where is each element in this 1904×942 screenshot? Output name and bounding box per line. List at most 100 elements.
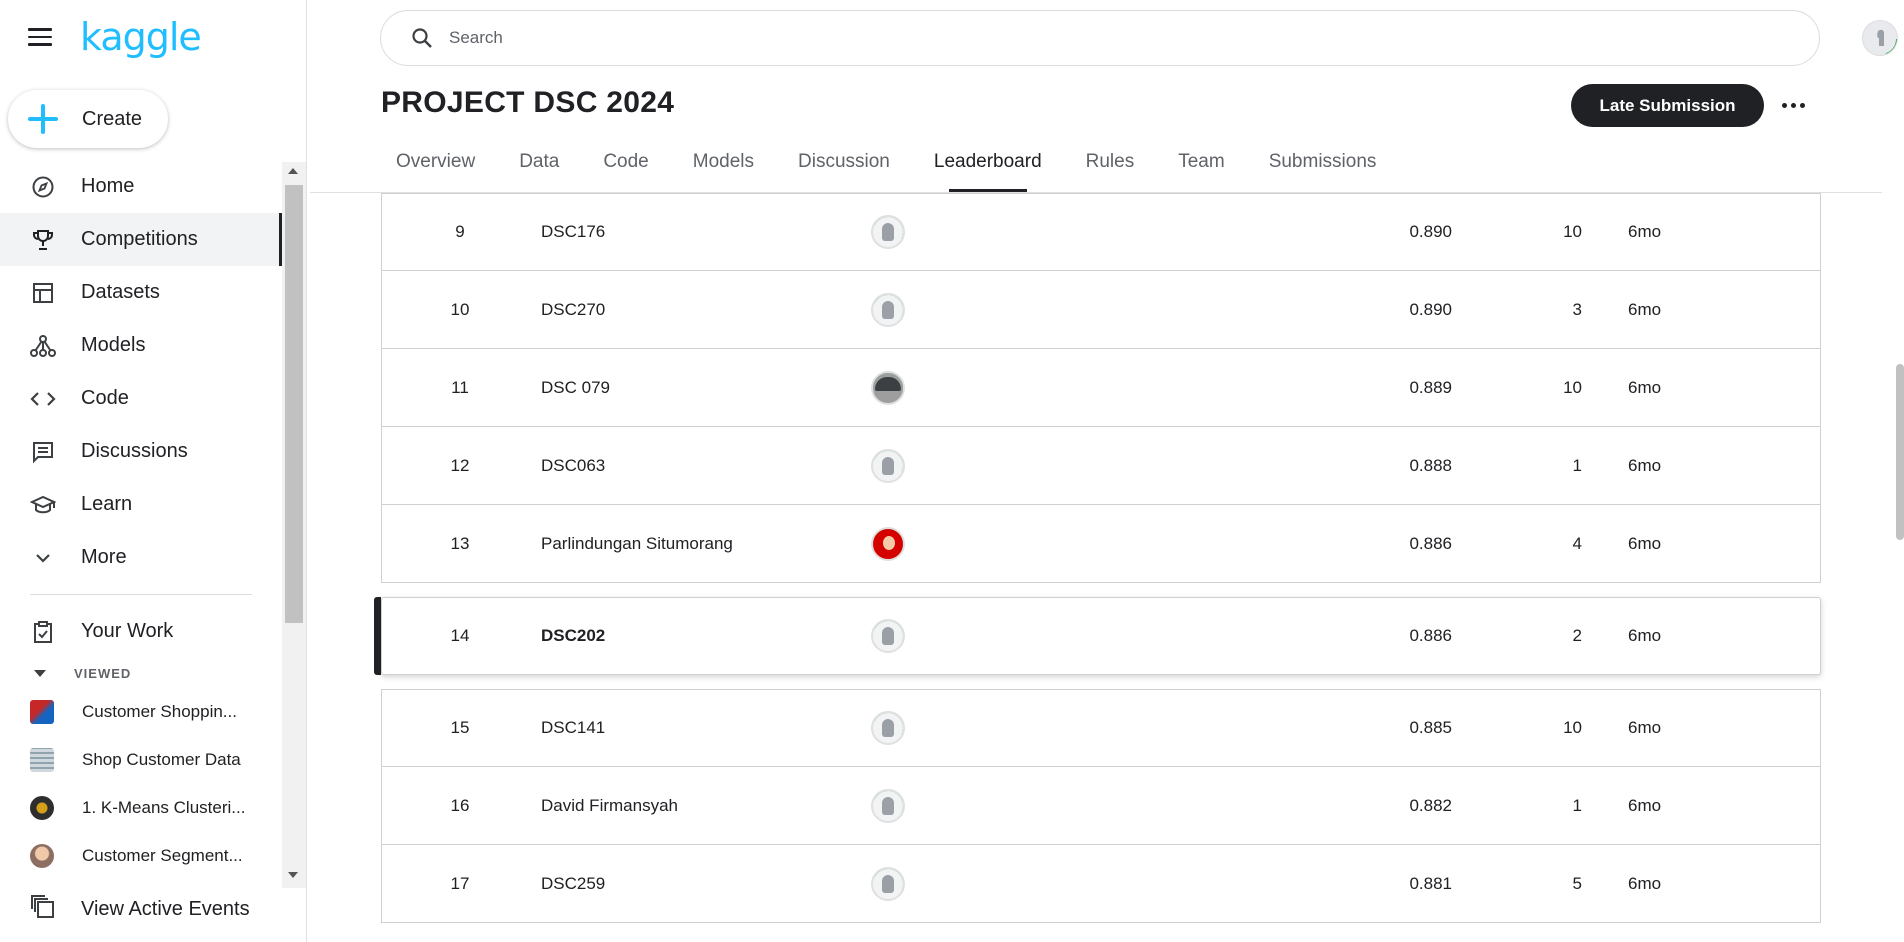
tab-leaderboard[interactable]: Leaderboard xyxy=(934,148,1042,192)
members-cell xyxy=(868,690,908,766)
table-row[interactable]: 9 DSC176 0.890 10 6mo xyxy=(381,193,1821,271)
entries-cell: 3 xyxy=(1572,299,1582,319)
entries-cell: 2 xyxy=(1572,626,1582,645)
discussions-icon xyxy=(30,439,56,465)
team-name-cell[interactable]: Parlindungan Situmorang xyxy=(541,505,733,582)
score-cell: 0.890 xyxy=(1409,299,1452,319)
last-submission-cell: 6mo xyxy=(1628,222,1662,241)
viewed-item[interactable]: 1. K-Means Clusteri... xyxy=(0,784,282,832)
sidebar-item-home[interactable]: Home xyxy=(0,160,282,213)
score-cell: 0.890 xyxy=(1409,222,1452,241)
member-avatar[interactable] xyxy=(871,292,905,327)
viewed-item-label: Customer Segment... xyxy=(82,846,243,865)
viewed-item[interactable]: Shop Customer Data xyxy=(0,736,282,784)
compass-icon xyxy=(30,174,56,200)
create-button[interactable]: Create xyxy=(8,90,168,148)
member-avatar[interactable] xyxy=(871,788,905,823)
viewed-item[interactable]: Customer Shoppin... xyxy=(0,688,282,736)
score-cell: 0.886 xyxy=(1409,533,1452,553)
active-events-label: View Active Events xyxy=(81,898,250,920)
table-row[interactable]: 10 DSC270 0.890 3 6mo xyxy=(381,271,1821,349)
table-row[interactable]: 13 Parlindungan Situmorang 0.886 4 6mo xyxy=(381,505,1821,583)
sidebar-item-discussions[interactable]: Discussions xyxy=(0,425,282,478)
team-name-cell[interactable]: DSC202 xyxy=(541,598,605,674)
sidebar-item-more[interactable]: More xyxy=(0,531,282,584)
viewed-item[interactable]: Customer Segment... xyxy=(0,832,282,880)
code-icon xyxy=(30,386,56,412)
last-submission-cell: 6mo xyxy=(1628,873,1662,893)
member-avatar[interactable] xyxy=(871,619,905,653)
view-active-events[interactable]: View Active Events xyxy=(30,894,250,925)
sidebar-item-label: Your Work xyxy=(81,620,174,642)
viewed-header[interactable]: VIEWED xyxy=(0,658,282,688)
team-name-cell[interactable]: DSC176 xyxy=(541,194,605,270)
last-submission-cell: 6mo xyxy=(1628,795,1662,815)
team-name-cell[interactable]: David Firmansyah xyxy=(541,767,678,844)
member-avatar[interactable] xyxy=(871,526,905,561)
tab-team[interactable]: Team xyxy=(1178,148,1239,192)
members-cell xyxy=(868,427,908,504)
members-cell xyxy=(868,845,908,922)
team-name-cell[interactable]: DSC063 xyxy=(541,427,605,504)
scroll-up-arrow-icon[interactable] xyxy=(288,168,298,174)
table-row-current-team[interactable]: 14 DSC202 0.886 2 6mo xyxy=(374,597,1821,675)
score-cell: 0.886 xyxy=(1409,626,1452,645)
member-avatar[interactable] xyxy=(871,215,905,249)
models-icon xyxy=(30,333,56,359)
table-row[interactable]: 16 David Firmansyah 0.882 1 6mo xyxy=(381,767,1821,845)
member-avatar[interactable] xyxy=(871,866,905,901)
page-scrollbar-thumb[interactable] xyxy=(1896,364,1904,540)
rank-cell: 12 xyxy=(450,455,470,475)
team-name-cell[interactable]: DSC270 xyxy=(541,271,605,348)
member-avatar[interactable] xyxy=(871,711,905,745)
sidebar-item-learn[interactable]: Learn xyxy=(0,478,282,531)
user-avatar[interactable] xyxy=(1862,20,1898,56)
tab-code[interactable]: Code xyxy=(603,148,663,192)
table-row[interactable]: 15 DSC141 0.885 10 6mo xyxy=(381,689,1821,767)
more-options-icon[interactable] xyxy=(1778,90,1808,120)
sidebar: kaggle Create Home Competitions Datasets xyxy=(0,0,307,942)
late-submission-button[interactable]: Late Submission xyxy=(1571,84,1764,127)
search-input[interactable] xyxy=(449,28,1749,48)
members-cell xyxy=(868,505,908,582)
team-name-cell[interactable]: DSC141 xyxy=(541,690,605,766)
search-bar[interactable] xyxy=(380,10,1820,66)
tab-rules[interactable]: Rules xyxy=(1071,148,1150,192)
last-submission-cell: 6mo xyxy=(1628,377,1662,397)
brand: kaggle xyxy=(28,18,202,56)
tab-data[interactable]: Data xyxy=(519,148,574,192)
member-avatar[interactable] xyxy=(871,370,905,405)
last-submission-cell: 6mo xyxy=(1628,455,1662,475)
table-row[interactable]: 12 DSC063 0.888 1 6mo xyxy=(381,427,1821,505)
sidebar-item-code[interactable]: Code xyxy=(0,372,282,425)
members-cell xyxy=(868,271,908,348)
sidebar-scrollbar-thumb[interactable] xyxy=(285,185,303,623)
sidebar-item-label: Discussions xyxy=(81,440,188,462)
team-name-cell[interactable]: DSC 079 xyxy=(541,349,610,426)
tab-models[interactable]: Models xyxy=(693,148,769,192)
table-row[interactable]: 11 DSC 079 0.889 10 6mo xyxy=(381,349,1821,427)
learn-icon xyxy=(30,492,56,518)
rank-cell: 15 xyxy=(450,718,470,737)
team-name-cell[interactable]: DSC259 xyxy=(541,845,605,922)
sidebar-item-label: More xyxy=(81,546,127,568)
caret-down-icon xyxy=(34,669,46,677)
sidebar-item-models[interactable]: Models xyxy=(0,319,282,372)
last-submission-cell: 6mo xyxy=(1628,299,1662,319)
member-avatar[interactable] xyxy=(871,448,905,483)
rank-cell: 16 xyxy=(450,795,470,815)
viewed-item-label: Customer Shoppin... xyxy=(82,702,237,721)
sidebar-item-competitions[interactable]: Competitions xyxy=(0,213,282,266)
tab-submissions[interactable]: Submissions xyxy=(1269,148,1392,192)
table-row[interactable]: 17 DSC259 0.881 5 6mo xyxy=(381,845,1821,923)
scroll-down-arrow-icon[interactable] xyxy=(288,872,298,878)
kaggle-logo[interactable]: kaggle xyxy=(80,18,202,56)
sidebar-item-datasets[interactable]: Datasets xyxy=(0,266,282,319)
menu-icon[interactable] xyxy=(28,23,56,51)
last-submission-cell: 6mo xyxy=(1628,718,1662,737)
search-icon xyxy=(411,27,433,49)
sidebar-item-your-work[interactable]: Your Work xyxy=(0,605,282,658)
tab-discussion[interactable]: Discussion xyxy=(798,148,905,192)
tab-overview[interactable]: Overview xyxy=(381,148,490,192)
score-cell: 0.881 xyxy=(1409,873,1452,893)
